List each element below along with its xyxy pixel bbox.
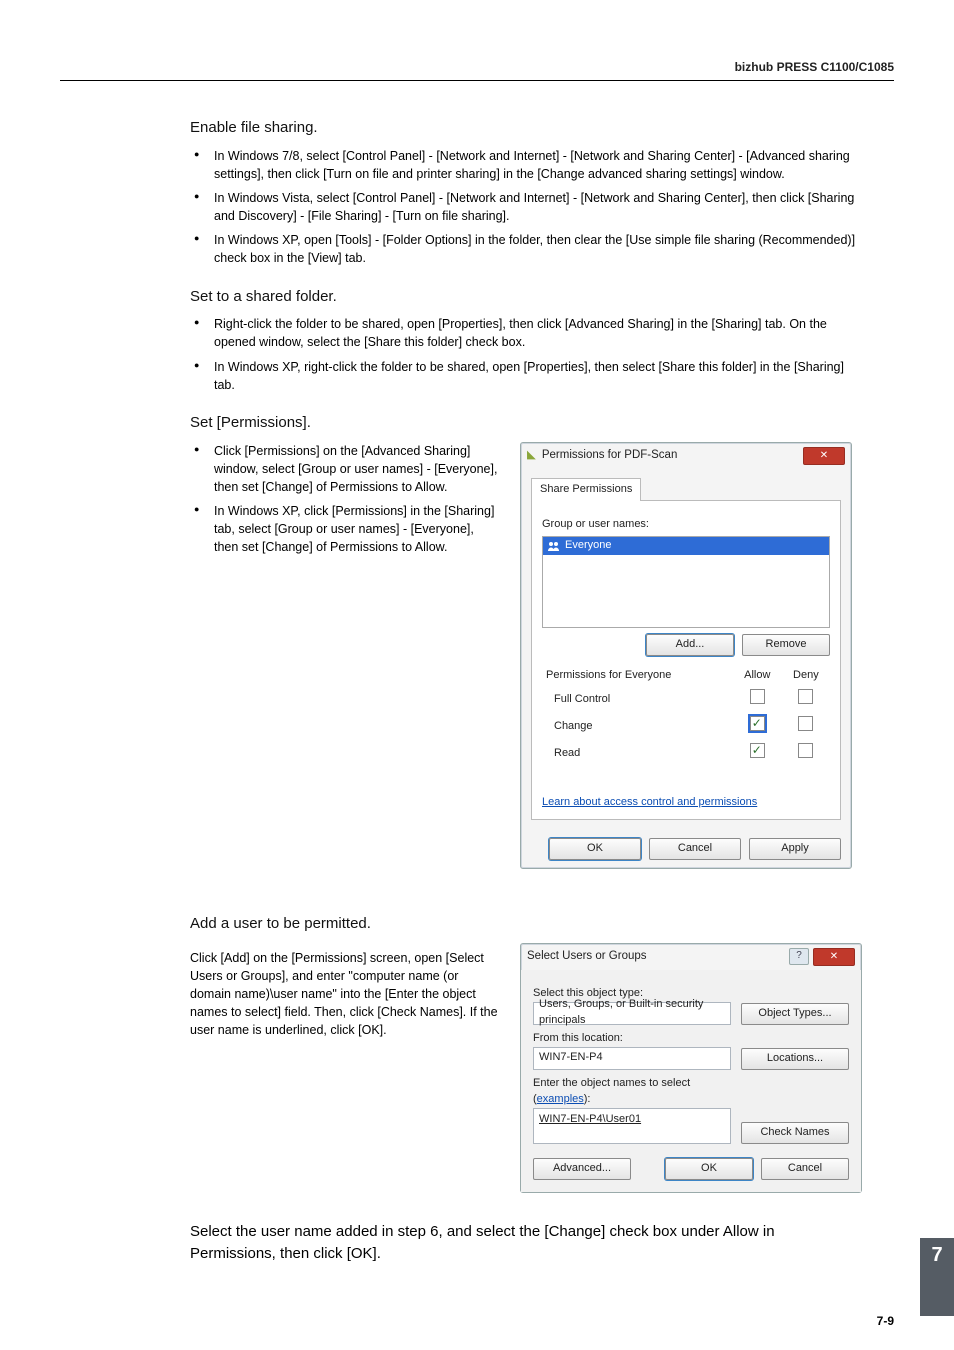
perm-row-label: Change (542, 713, 733, 740)
checkbox-change-allow[interactable] (750, 716, 765, 731)
select-users-dialog: Select Users or Groups ? ✕ Select this o… (520, 943, 862, 1193)
from-location-field: WIN7-EN-P4 (533, 1047, 731, 1070)
page-header: bizhub PRESS C1100/C1085 (60, 60, 894, 81)
listbox-selected-item[interactable]: Everyone (543, 537, 829, 555)
step4-list: Right-click the folder to be shared, ope… (190, 315, 860, 394)
check-names-button[interactable]: Check Names (741, 1122, 849, 1144)
examples-link[interactable]: examples (537, 1093, 584, 1105)
cancel-button[interactable]: Cancel (761, 1158, 849, 1180)
col-deny: Deny (782, 666, 830, 686)
apply-button[interactable]: Apply (749, 838, 841, 860)
page-number: 7-9 (877, 1314, 894, 1328)
chapter-tab: 7 (920, 1238, 954, 1272)
locations-button[interactable]: Locations... (741, 1048, 849, 1070)
side-bar-decoration (920, 1272, 954, 1316)
col-allow: Allow (733, 666, 782, 686)
ok-button[interactable]: OK (665, 1158, 753, 1180)
object-names-textbox[interactable]: WIN7-EN-P4\User01 (533, 1108, 731, 1144)
permissions-dialog: ◣ Permissions for PDF-Scan ✕ Share Permi… (520, 442, 852, 870)
group-listbox[interactable]: Everyone (542, 536, 830, 628)
perm-for-label: Permissions for Everyone (542, 666, 733, 686)
permissions-table: Permissions for Everyone Allow Deny Full… (542, 666, 830, 767)
list-item: In Windows XP, open [Tools] - [Folder Op… (190, 231, 860, 267)
enter-names-label: Enter the object names to select (exampl… (533, 1076, 731, 1108)
users-icon (547, 541, 560, 551)
help-button[interactable]: ? (789, 948, 809, 965)
list-item: In Windows XP, click [Permissions] in th… (190, 502, 500, 556)
step4-title: Set to a shared folder. (190, 286, 860, 308)
step6-title: Add a user to be permitted. (190, 913, 860, 935)
list-item: In Windows 7/8, select [Control Panel] -… (190, 147, 860, 183)
remove-button[interactable]: Remove (742, 634, 830, 656)
checkbox-change-deny[interactable] (798, 716, 813, 731)
step6-text: Click [Add] on the [Permissions] screen,… (190, 949, 500, 1040)
list-item: Click [Permissions] on the [Advanced Sha… (190, 442, 500, 496)
group-everyone: Everyone (565, 538, 611, 554)
group-names-label: Group or user names: (542, 517, 830, 533)
object-types-button[interactable]: Object Types... (741, 1003, 849, 1025)
step7-text: Select the user name added in step 6, an… (190, 1221, 860, 1266)
close-button[interactable]: ✕ (803, 447, 845, 465)
dialog-title: Select Users or Groups (527, 948, 647, 965)
ok-button[interactable]: OK (549, 838, 641, 860)
cancel-button[interactable]: Cancel (649, 838, 741, 860)
step5-title: Set [Permissions]. (190, 412, 860, 434)
main-content: Enable file sharing. In Windows 7/8, sel… (190, 117, 860, 1266)
learn-link[interactable]: Learn about access control and permissio… (542, 795, 830, 811)
step3-title: Enable file sharing. (190, 117, 860, 139)
tab-share-permissions[interactable]: Share Permissions (531, 478, 641, 502)
checkbox-read-allow[interactable] (750, 743, 765, 758)
list-item: Right-click the folder to be shared, ope… (190, 315, 860, 351)
from-location-label: From this location: (533, 1031, 731, 1047)
add-button[interactable]: Add... (646, 634, 734, 656)
checkbox-read-deny[interactable] (798, 743, 813, 758)
dialog-title: Permissions for PDF-Scan (542, 447, 677, 464)
object-type-field: Users, Groups, or Built-in security prin… (533, 1002, 731, 1025)
checkbox-fullcontrol-allow[interactable] (750, 689, 765, 704)
perm-row-label: Read (542, 740, 733, 767)
list-item: In Windows Vista, select [Control Panel]… (190, 189, 860, 225)
close-button[interactable]: ✕ (813, 948, 855, 966)
checkbox-fullcontrol-deny[interactable] (798, 689, 813, 704)
step5-list: Click [Permissions] on the [Advanced Sha… (190, 442, 500, 557)
shield-icon: ◣ (527, 447, 536, 464)
advanced-button[interactable]: Advanced... (533, 1158, 631, 1180)
step3-list: In Windows 7/8, select [Control Panel] -… (190, 147, 860, 268)
perm-row-label: Full Control (542, 686, 733, 713)
list-item: In Windows XP, right-click the folder to… (190, 358, 860, 394)
